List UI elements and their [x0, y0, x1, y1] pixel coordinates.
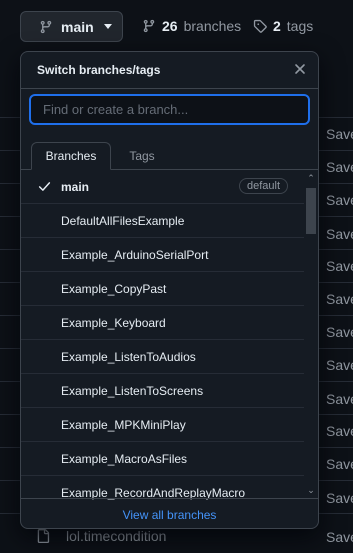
scroll-up-icon[interactable]: ⌃: [305, 172, 317, 184]
branch-name: Example_Keyboard: [61, 315, 166, 330]
branch-name: Example_ListenToScreens: [61, 383, 204, 398]
branch-item[interactable]: Example_MacroAsFiles: [21, 442, 318, 476]
commit-message: Save: [326, 192, 353, 208]
tab-branches[interactable]: Branches: [31, 142, 111, 170]
branches-link[interactable]: 26 branches: [142, 18, 241, 34]
dropdown-footer: View all branches: [21, 498, 318, 528]
commit-message: Save: [326, 391, 353, 407]
close-button[interactable]: [290, 59, 310, 79]
close-icon: [295, 64, 305, 74]
tags-link[interactable]: 2 tags: [253, 18, 313, 34]
tab-tags[interactable]: Tags: [117, 142, 167, 169]
branch-search-input[interactable]: [29, 94, 310, 125]
branch-name: Example_MPKMiniPlay: [61, 417, 186, 432]
branch-switcher-dropdown: Switch branches/tags Branches Tags main …: [20, 51, 319, 529]
branch-list-scrollbar[interactable]: ⌃ ⌄: [304, 170, 318, 498]
branch-item[interactable]: Example_ListenToAudios: [21, 340, 318, 374]
commit-message: Save: [326, 529, 353, 545]
commit-message: Save: [326, 357, 353, 373]
scrollbar-thumb[interactable]: [306, 188, 316, 234]
branch-name: Example_ListenToAudios: [61, 349, 196, 364]
branch-list: main default DefaultAllFilesExample Exam…: [21, 170, 318, 509]
commit-message: Save: [326, 258, 353, 274]
caret-down-icon: [103, 24, 112, 29]
commit-message: Save: [326, 226, 353, 242]
tag-icon: [253, 19, 267, 33]
commit-message: Save: [326, 159, 353, 175]
tags-label: tags: [286, 18, 314, 34]
file-icon: [37, 529, 50, 543]
view-all-branches-link[interactable]: View all branches: [123, 508, 217, 522]
branch-name: main: [61, 179, 90, 194]
check-icon: [38, 182, 51, 191]
branch-item[interactable]: Example_MPKMiniPlay: [21, 408, 318, 442]
dropdown-title: Switch branches/tags: [37, 63, 161, 77]
commit-message: Save: [326, 490, 353, 506]
branch-selector-button[interactable]: main: [20, 11, 123, 42]
branch-item-main[interactable]: main default: [21, 170, 318, 204]
branch-item[interactable]: Example_CopyPast: [21, 272, 318, 306]
branch-name: DefaultAllFilesExample: [61, 213, 185, 228]
scroll-down-icon[interactable]: ⌄: [305, 484, 317, 496]
default-badge: default: [238, 178, 288, 194]
branches-label: branches: [183, 18, 242, 34]
branch-selector-label: main: [61, 18, 94, 35]
tags-count: 2: [273, 18, 281, 34]
commit-message: Save: [326, 456, 353, 472]
branch-item[interactable]: Example_ListenToScreens: [21, 374, 318, 408]
git-branch-icon: [40, 20, 52, 33]
commit-message: Save: [326, 324, 353, 340]
branch-item[interactable]: DefaultAllFilesExample: [21, 204, 318, 238]
branch-name: Example_ArduinoSerialPort: [61, 247, 209, 262]
branches-count: 26: [162, 18, 178, 34]
commit-message: Save: [326, 291, 353, 307]
file-name: lol.timecondition: [66, 528, 167, 544]
commit-message: Save: [326, 126, 353, 142]
dropdown-tabs: Branches Tags: [21, 136, 318, 170]
branch-item[interactable]: Example_ArduinoSerialPort: [21, 238, 318, 272]
dropdown-header: Switch branches/tags: [21, 52, 318, 89]
commit-message: Save: [326, 423, 353, 439]
branch-name: Example_MacroAsFiles: [61, 451, 188, 466]
file-link[interactable]: lol.timecondition: [36, 528, 166, 544]
branch-name: Example_CopyPast: [61, 281, 167, 296]
git-branch-icon: [143, 19, 155, 33]
branch-item[interactable]: Example_Keyboard: [21, 306, 318, 340]
